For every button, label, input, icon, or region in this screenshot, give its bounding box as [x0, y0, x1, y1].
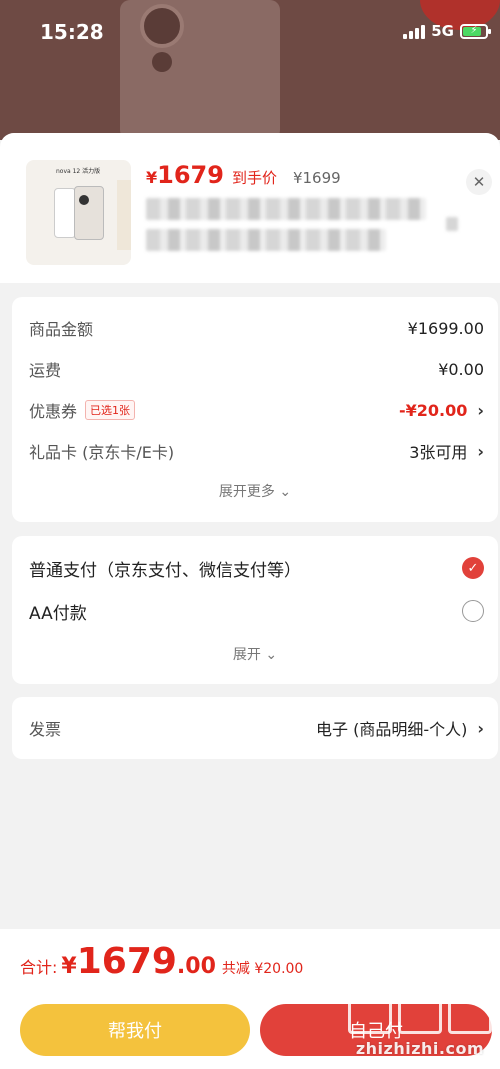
coupon-badge: 已选1张	[85, 400, 136, 420]
signal-icon	[403, 23, 426, 39]
coupon-value: -¥20.00	[399, 400, 468, 420]
price-summary-card: 商品金额 ¥1699.00 运费 ¥0.00 优惠券 已选1张 -¥20.00 …	[12, 297, 498, 522]
blurred-product-name-line-2	[146, 229, 386, 251]
final-price-tag: 到手价	[231, 169, 277, 187]
order-total: 合计: ¥ 1679 .00 共减 ¥20.00	[20, 941, 304, 982]
close-icon: ✕	[472, 173, 486, 191]
coupon-label: 优惠券	[29, 402, 78, 421]
thumbnail-title: nova 12 活力版	[56, 168, 101, 175]
product-summary: nova 12 活力版 ¥1679 到手价 ¥1699 ✕	[0, 133, 500, 283]
battery-icon: ⚡	[460, 23, 491, 39]
summary-row-goods: 商品金额 ¥1699.00	[29, 318, 484, 340]
invoice-value: 电子 (商品明细-个人)	[316, 720, 468, 739]
watermark-logo	[340, 987, 500, 1037]
expand-payment-button[interactable]: 展开 ⌄	[12, 644, 498, 664]
blurred-product-name-line-1	[146, 198, 426, 220]
status-bar: 15:28 5G ⚡	[0, 0, 500, 68]
phone-front-illustration	[74, 186, 104, 240]
expand-more-button[interactable]: 展开更多 ⌄	[12, 481, 498, 501]
invoice-card[interactable]: 发票 电子 (商品明细-个人) ›	[12, 697, 498, 759]
radio-checked-icon: ✓	[462, 557, 484, 579]
final-price: ¥1679	[146, 161, 224, 189]
phone-back-illustration	[54, 188, 76, 238]
summary-row-shipping: 运费 ¥0.00	[29, 359, 484, 381]
watermark: zhizhizhi.com	[340, 987, 500, 1069]
status-indicators: 5G ⚡	[403, 22, 491, 40]
summary-row-giftcard[interactable]: 礼品卡 (京东卡/E卡) 3张可用 ›	[29, 436, 484, 466]
close-button[interactable]: ✕	[466, 169, 492, 195]
thumbnail-sidebar	[117, 180, 131, 250]
payment-option-aa[interactable]: AA付款	[29, 596, 484, 626]
payment-option-label: 普通支付（京东支付、微信支付等）	[29, 560, 301, 581]
radio-unchecked-icon	[462, 600, 484, 622]
chevron-right-icon: ›	[477, 441, 484, 461]
chevron-right-icon: ›	[477, 400, 484, 420]
invoice-row: 发票 电子 (商品明细-个人) ›	[29, 713, 484, 743]
chevron-right-icon: ›	[477, 718, 484, 738]
price-row: ¥1679 到手价 ¥1699	[146, 161, 341, 189]
giftcard-value: 3张可用	[409, 443, 468, 462]
product-thumbnail[interactable]: nova 12 活力版	[26, 160, 131, 265]
watermark-text: zhizhizhi.com	[355, 1039, 485, 1058]
status-time: 15:28	[40, 20, 104, 44]
blurred-spec-mark	[446, 217, 458, 231]
original-price: ¥1699	[292, 169, 341, 187]
help-me-pay-button[interactable]: 帮我付	[20, 1004, 250, 1056]
summary-row-coupon[interactable]: 优惠券 已选1张 -¥20.00 ›	[29, 395, 484, 425]
payment-method-card: 普通支付（京东支付、微信支付等） ✓ AA付款 展开 ⌄	[12, 536, 498, 684]
payment-option-label: AA付款	[29, 603, 87, 624]
checkout-bottom-bar: 合计: ¥ 1679 .00 共减 ¥20.00 帮我付 自己付 zhizhiz…	[0, 929, 500, 1069]
network-label: 5G	[431, 22, 454, 40]
total-saving: 共减 ¥20.00	[221, 961, 304, 977]
payment-option-standard[interactable]: 普通支付（京东支付、微信支付等） ✓	[29, 553, 484, 583]
